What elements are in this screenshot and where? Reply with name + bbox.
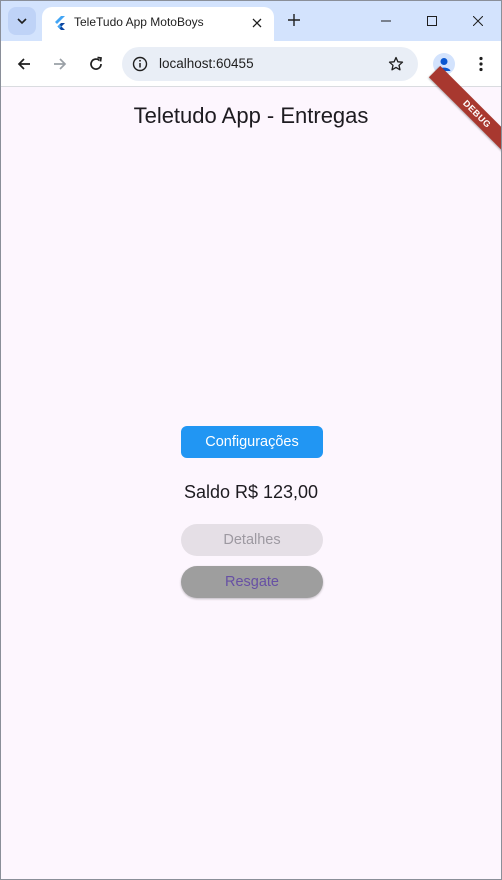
- close-window-button[interactable]: [455, 5, 501, 37]
- new-tab-button[interactable]: [283, 9, 305, 31]
- minimize-button[interactable]: [363, 5, 409, 37]
- bookmark-button[interactable]: [386, 54, 406, 74]
- url-text[interactable]: localhost:60455: [159, 56, 254, 71]
- close-icon: [252, 18, 262, 28]
- arrow-left-icon: [17, 58, 30, 70]
- reload-icon: [90, 56, 102, 70]
- tab-close-button[interactable]: [248, 14, 266, 32]
- minimize-icon: [381, 20, 391, 22]
- balance-text: Saldo R$ 123,00: [183, 482, 319, 502]
- flutter-icon: [55, 16, 65, 30]
- browser-toolbar: localhost:60455: [1, 41, 501, 87]
- browser-window: TeleTudo App MotoBoys localhost:60455 Te…: [0, 0, 502, 880]
- plus-icon: [288, 14, 300, 26]
- active-tab[interactable]: TeleTudo App MotoBoys: [42, 7, 274, 41]
- star-icon: [388, 56, 404, 71]
- forward-button[interactable]: [46, 50, 74, 78]
- address-bar[interactable]: localhost:60455: [122, 47, 418, 81]
- browser-menu-button[interactable]: [467, 50, 495, 78]
- kebab-menu-icon: [479, 56, 483, 72]
- info-icon: [132, 56, 148, 72]
- tab-title: TeleTudo App MotoBoys: [74, 15, 204, 29]
- chevron-down-icon: [17, 18, 27, 25]
- tab-strip: TeleTudo App MotoBoys: [1, 1, 501, 41]
- reload-button[interactable]: [82, 50, 110, 78]
- maximize-button[interactable]: [409, 5, 455, 37]
- app-viewport: Teletudo App - Entregas DEBUG Configuraç…: [1, 65, 501, 879]
- resgate-button[interactable]: Resgate: [181, 566, 323, 598]
- tab-search-button[interactable]: [8, 7, 36, 35]
- close-icon: [473, 16, 483, 26]
- back-button[interactable]: [10, 50, 38, 78]
- detalhes-button[interactable]: Detalhes: [181, 524, 323, 556]
- configuracoes-button[interactable]: Configurações: [181, 426, 323, 458]
- maximize-icon: [427, 16, 437, 26]
- arrow-right-icon: [54, 58, 67, 70]
- site-info-button[interactable]: [130, 54, 150, 74]
- page-title: Teletudo App - Entregas: [133, 103, 369, 128]
